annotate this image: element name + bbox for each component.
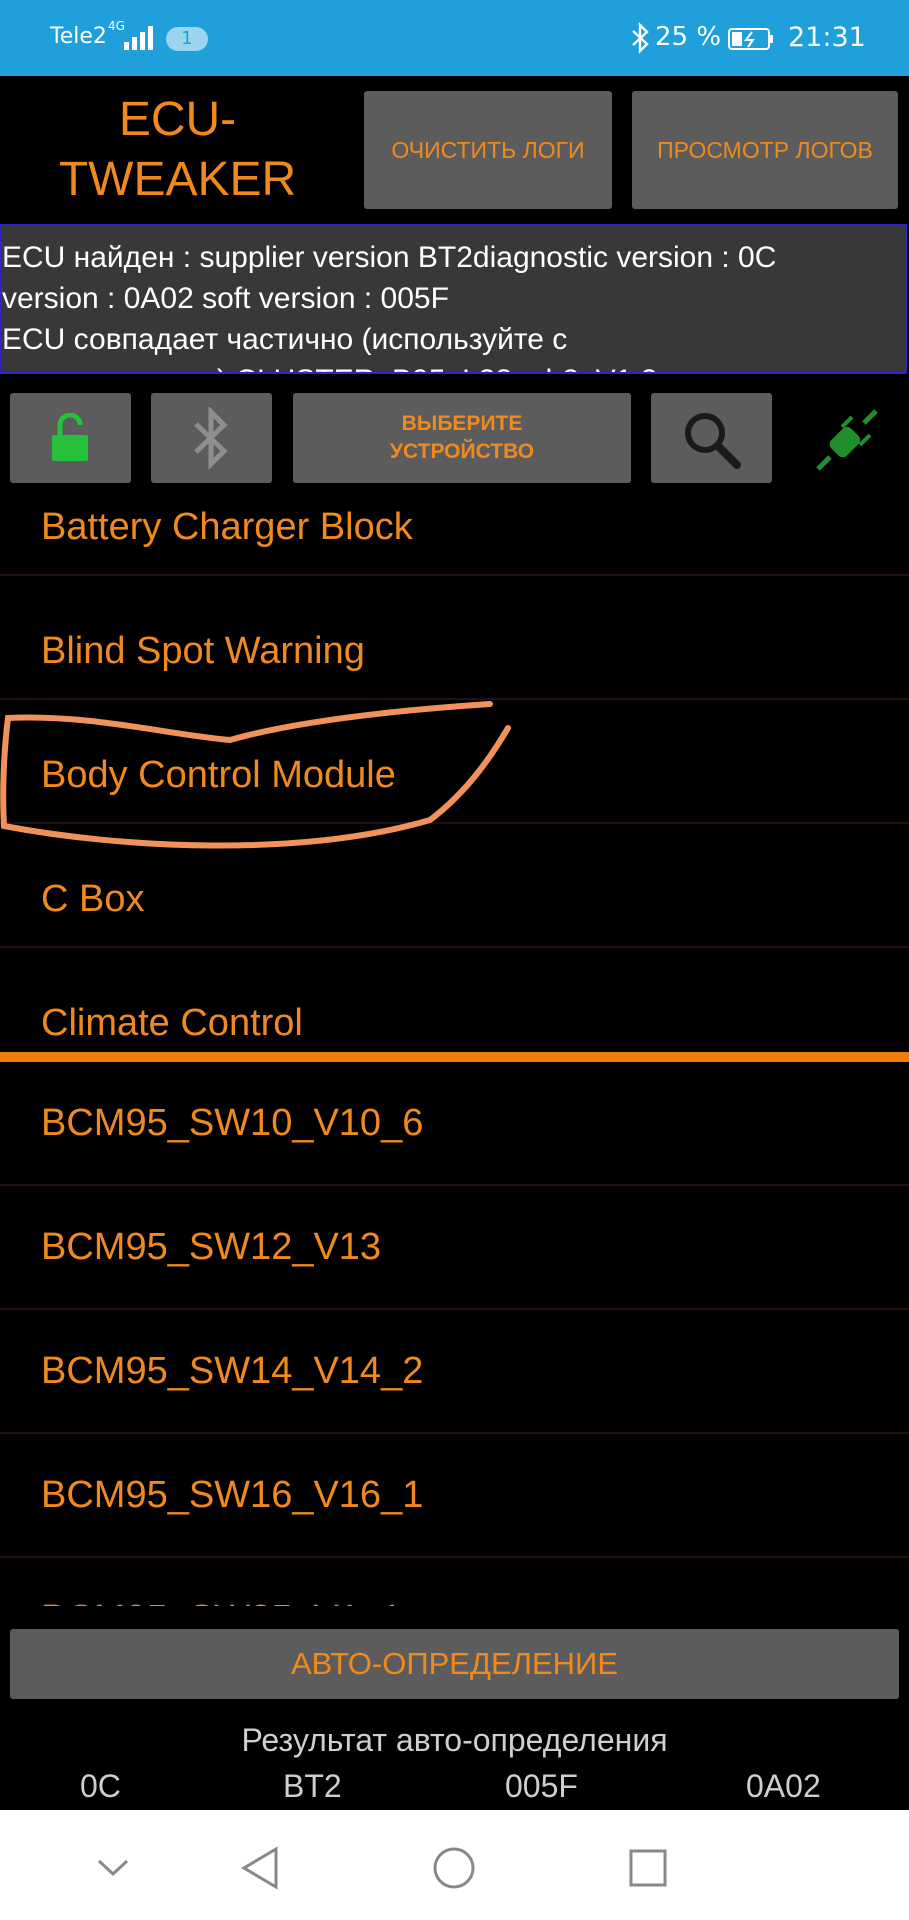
clock: 21:31 bbox=[788, 22, 866, 53]
ecu-version-list[interactable]: BCM95_SW10_V10_6 BCM95_SW12_V13 BCM95_SW… bbox=[0, 1062, 909, 1606]
list-item-label: BCM95_SW25_V1_1 bbox=[41, 1598, 402, 1606]
battery-icon bbox=[728, 28, 773, 50]
list-item[interactable]: Battery Charger Block bbox=[0, 490, 909, 576]
auto-detect-button[interactable]: АВТО-ОПРЕДЕЛЕНИЕ bbox=[10, 1629, 899, 1699]
recent-apps-icon[interactable] bbox=[628, 1848, 668, 1888]
list-item-label: Battery Charger Block bbox=[41, 506, 413, 548]
network-type: 4G bbox=[108, 19, 125, 33]
select-device-button[interactable]: ВЫБЕРИТЕ УСТРОЙСТВО bbox=[293, 393, 631, 483]
list-item[interactable]: Climate Control bbox=[0, 948, 909, 1052]
sim-badge: 1 bbox=[166, 27, 208, 51]
list-item-label: BCM95_SW16_V16_1 bbox=[41, 1474, 424, 1516]
list-item[interactable]: BCM95_SW25_V1_1 bbox=[0, 1558, 909, 1606]
logo-line-1: ECU- bbox=[118, 93, 237, 146]
list-item[interactable]: BCM95_SW12_V13 bbox=[0, 1186, 909, 1310]
signal-icon bbox=[124, 26, 153, 50]
select-device-line-2: УСТРОЙСТВО bbox=[389, 440, 535, 463]
lock-button[interactable] bbox=[10, 393, 131, 483]
ecu-info-log[interactable]: ECU найден : supplier version BT2diagnos… bbox=[0, 224, 907, 374]
list-item[interactable]: BCM95_SW14_V14_2 bbox=[0, 1310, 909, 1434]
list-item-label: BCM95_SW10_V10_6 bbox=[41, 1102, 424, 1144]
auto-detect-result-title: Результат авто-определения bbox=[241, 1722, 668, 1758]
chevron-down-icon[interactable] bbox=[96, 1858, 130, 1878]
auto-detect-value: BT2 bbox=[283, 1768, 342, 1804]
back-icon[interactable] bbox=[240, 1846, 280, 1890]
logo-line-2: TWEAKER bbox=[58, 153, 297, 206]
bluetooth-icon bbox=[194, 407, 228, 469]
status-bar: Tele2 4G 1 25 % 21:31 bbox=[0, 0, 909, 76]
list-item[interactable]: BCM95_SW10_V10_6 bbox=[0, 1062, 909, 1186]
list-item-label: BCM95_SW14_V14_2 bbox=[41, 1350, 424, 1392]
clear-logs-button[interactable]: ОЧИСТИТЬ ЛОГИ bbox=[364, 91, 612, 209]
list-divider bbox=[0, 1052, 909, 1062]
unlocked-padlock-icon bbox=[52, 413, 88, 461]
list-item-label: Blind Spot Warning bbox=[41, 630, 365, 672]
info-line: ECU найден : supplier version BT2diagnos… bbox=[2, 241, 777, 274]
info-line: осторожностью) CLUSTER_B95_L38_ph2_V1.2 bbox=[2, 364, 657, 372]
auto-detect-value: 0A02 bbox=[746, 1768, 821, 1804]
auto-detect-value: 0C bbox=[80, 1768, 121, 1804]
search-button[interactable] bbox=[651, 393, 772, 483]
list-item-label: C Box bbox=[41, 878, 145, 920]
magnifier-icon bbox=[685, 413, 741, 469]
list-item[interactable]: Blind Spot Warning bbox=[0, 576, 909, 700]
view-logs-button[interactable]: ПРОСМОТР ЛОГОВ bbox=[632, 91, 898, 209]
carrier-name: Tele2 bbox=[50, 24, 107, 49]
auto-detect-value: 005F bbox=[505, 1768, 578, 1804]
plug-connected-icon[interactable] bbox=[812, 405, 882, 475]
annotation-circle bbox=[0, 701, 511, 849]
bluetooth-button[interactable] bbox=[151, 393, 272, 483]
select-device-line-1: ВЫБЕРИТЕ bbox=[401, 412, 523, 435]
info-line: version : 0A02 soft version : 005F bbox=[2, 282, 449, 315]
info-line: ECU совпадает частично (используйте с bbox=[2, 323, 568, 356]
battery-percent: 25 % bbox=[655, 22, 722, 52]
navigation-bar bbox=[0, 1810, 909, 1920]
list-item-label: BCM95_SW12_V13 bbox=[41, 1226, 382, 1268]
list-item[interactable]: BCM95_SW16_V16_1 bbox=[0, 1434, 909, 1558]
list-item-label: Climate Control bbox=[41, 1002, 303, 1044]
app-logo: ECU- TWEAKER bbox=[0, 90, 355, 210]
bluetooth-status-icon bbox=[632, 22, 649, 54]
home-icon[interactable] bbox=[432, 1846, 476, 1890]
